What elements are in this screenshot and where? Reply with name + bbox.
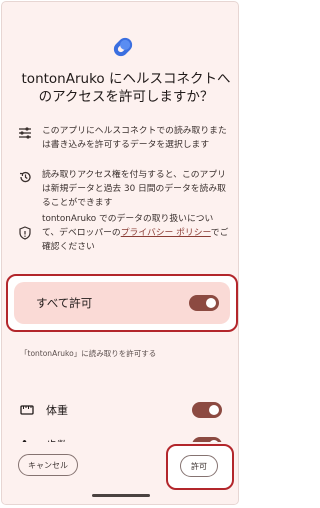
allow-all-row[interactable]: すべて許可 <box>14 282 230 324</box>
info-text-privacy: tontonAruko でのデータの取り扱いについて、デベロッパーのプライバシー… <box>42 212 230 254</box>
home-indicator[interactable] <box>92 494 150 497</box>
info-text-history: 読み取りアクセス権を付与すると、このアプリは新規データと過去 30 日間のデータ… <box>42 170 226 208</box>
toggle-knob <box>209 405 219 415</box>
allow-button-highlight: 許可 <box>166 444 234 490</box>
health-connect-logo-icon <box>113 37 133 57</box>
bottom-action-bar: キャンセル 許可 <box>2 442 238 504</box>
read-section-label: 「tontonAruko」に読み取りを許可する <box>20 349 157 358</box>
history-icon <box>19 171 31 183</box>
permission-dialog: tontonAruko にヘルスコネクトへのアクセスを許可しますか？ このアプリ… <box>2 2 238 504</box>
privacy-policy-link[interactable]: プライバシー ポリシー <box>121 228 211 238</box>
allow-button[interactable]: 許可 <box>180 455 218 477</box>
permission-row-weight[interactable]: 体重 <box>20 400 228 420</box>
allow-all-label: すべて許可 <box>36 296 93 310</box>
scale-icon <box>20 405 34 415</box>
tune-sliders-icon <box>19 127 31 139</box>
weight-toggle[interactable] <box>192 402 222 418</box>
allow-all-toggle[interactable] <box>189 295 219 311</box>
toggle-knob <box>206 298 216 308</box>
permission-label-weight: 体重 <box>46 404 68 417</box>
allow-all-highlight: すべて許可 <box>6 274 238 332</box>
shield-icon <box>19 226 31 240</box>
dialog-title: tontonAruko にヘルスコネクトへのアクセスを許可しますか？ <box>21 71 231 105</box>
cancel-button[interactable]: キャンセル <box>18 454 78 476</box>
info-text-select-data: このアプリにヘルスコネクトでの読み取りまたは書き込みを許可するデータを選択します <box>42 126 227 150</box>
